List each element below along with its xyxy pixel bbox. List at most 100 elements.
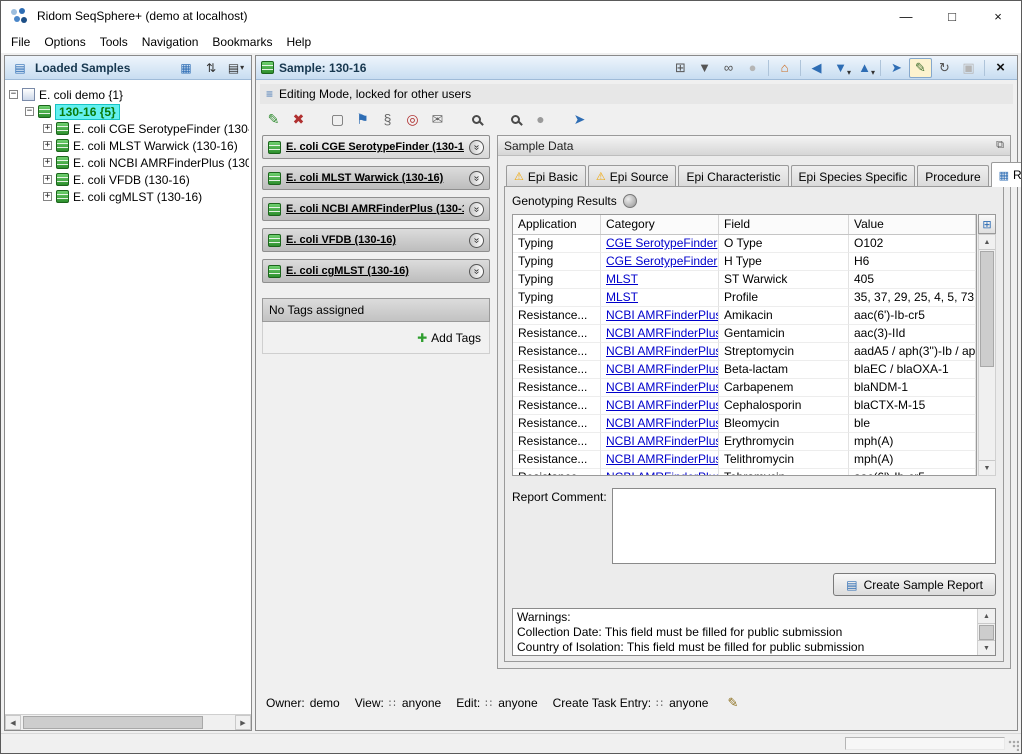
scroll-down-icon[interactable]: ▼ bbox=[978, 640, 995, 655]
next-sample-icon[interactable]: ▼▾ bbox=[829, 58, 852, 78]
report-comment-input[interactable] bbox=[612, 488, 996, 564]
minimize-button[interactable]: — bbox=[883, 1, 929, 31]
chevron-down-icon[interactable]: » bbox=[469, 171, 484, 186]
previous-sample-icon[interactable]: ▲▾ bbox=[853, 58, 876, 78]
category-link[interactable]: CGE SerotypeFinder bbox=[606, 254, 717, 268]
tree-node-analysis[interactable]: + E. coli MLST Warwick (130-16) bbox=[9, 137, 249, 154]
create-sample-report-button[interactable]: ▤ Create Sample Report bbox=[833, 573, 996, 596]
tab-epi-species-specific[interactable]: Epi Species Specific bbox=[791, 165, 916, 187]
close-button[interactable]: × bbox=[975, 1, 1021, 31]
scroll-up-icon[interactable]: ▲ bbox=[978, 609, 995, 624]
edit-permissions-icon[interactable]: ✎ bbox=[727, 695, 738, 711]
tree-node-project[interactable]: − E. coli demo {1} bbox=[9, 86, 249, 103]
menu-item[interactable]: Help bbox=[279, 33, 318, 51]
horizontal-scrollbar[interactable]: ◀ ▶ bbox=[5, 714, 251, 730]
scroll-right-icon[interactable]: ▶ bbox=[235, 715, 251, 730]
record-icon[interactable]: ● bbox=[741, 58, 764, 78]
view-menu-icon[interactable]: ▤▾ bbox=[226, 59, 246, 77]
tree-node-analysis[interactable]: + E. coli VFDB (130-16) bbox=[9, 171, 249, 188]
scroll-track[interactable] bbox=[21, 715, 235, 730]
tab-epi-source[interactable]: ⚠ Epi Source bbox=[588, 165, 677, 187]
scroll-down-icon[interactable]: ▼ bbox=[979, 460, 995, 475]
delete-entry-icon[interactable]: ✖ bbox=[288, 109, 309, 130]
tree-node-analysis[interactable]: + E. coli NCBI AMRFinderPlus (130-16) bbox=[9, 154, 249, 171]
save-icon[interactable]: ▣ bbox=[957, 58, 980, 78]
category-link[interactable]: NCBI AMRFinderPlus bbox=[606, 434, 719, 448]
add-tags-button[interactable]: ✚ Add Tags bbox=[417, 331, 481, 345]
category-link[interactable]: NCBI AMRFinderPlus bbox=[606, 344, 719, 358]
table-row[interactable]: Typing CGE SerotypeFinder O Type O102 bbox=[513, 235, 976, 253]
tree-node-analysis[interactable]: + E. coli cgMLST (130-16) bbox=[9, 188, 249, 205]
column-header-application[interactable]: Application bbox=[513, 215, 601, 234]
expand-icon[interactable]: + bbox=[43, 175, 52, 184]
tab-epi-characteristic[interactable]: Epi Characteristic bbox=[678, 165, 788, 187]
table-row[interactable]: Resistance... NCBI AMRFinderPlus Erythro… bbox=[513, 433, 976, 451]
menu-item[interactable]: Navigation bbox=[135, 33, 206, 51]
open-in-table-icon[interactable]: ⊞ bbox=[669, 58, 692, 78]
link-icon[interactable]: ∞ bbox=[717, 58, 740, 78]
attachment-icon[interactable]: § bbox=[377, 109, 398, 130]
table-row[interactable]: Resistance... NCBI AMRFinderPlus Beta-la… bbox=[513, 361, 976, 379]
float-panel-icon[interactable]: ⧉ bbox=[996, 139, 1004, 152]
table-vertical-scrollbar[interactable]: ▲ ▼ bbox=[978, 234, 996, 476]
expand-icon[interactable]: + bbox=[43, 141, 52, 150]
scroll-left-icon[interactable]: ◀ bbox=[5, 715, 21, 730]
menu-item[interactable]: Bookmarks bbox=[205, 33, 279, 51]
target-icon[interactable]: ◎ bbox=[402, 109, 423, 130]
table-row[interactable]: Resistance... NCBI AMRFinderPlus Amikaci… bbox=[513, 307, 976, 325]
sort-icon[interactable]: ⇅ bbox=[201, 59, 221, 77]
menu-item[interactable]: Tools bbox=[93, 33, 135, 51]
find-in-document-icon[interactable] bbox=[466, 109, 487, 130]
table-row[interactable]: Resistance... NCBI AMRFinderPlus Tobramy… bbox=[513, 469, 976, 476]
customize-columns-icon[interactable]: ⊞ bbox=[978, 214, 996, 234]
table-row[interactable]: Resistance... NCBI AMRFinderPlus Bleomyc… bbox=[513, 415, 976, 433]
chevron-down-icon[interactable]: » bbox=[469, 202, 484, 217]
menu-item[interactable]: Options bbox=[37, 33, 92, 51]
table-row[interactable]: Resistance... NCBI AMRFinderPlus Strepto… bbox=[513, 343, 976, 361]
search-icon[interactable] bbox=[505, 109, 526, 130]
analysis-section-header[interactable]: E. coli NCBI AMRFinderPlus (130-16) » bbox=[262, 197, 490, 221]
category-link[interactable]: CGE SerotypeFinder bbox=[606, 236, 717, 250]
expand-icon[interactable]: + bbox=[43, 124, 52, 133]
table-row[interactable]: Resistance... NCBI AMRFinderPlus Cephalo… bbox=[513, 397, 976, 415]
table-row[interactable]: Resistance... NCBI AMRFinderPlus Telithr… bbox=[513, 451, 976, 469]
scroll-up-icon[interactable]: ▲ bbox=[979, 235, 995, 250]
category-link[interactable]: MLST bbox=[606, 290, 638, 304]
scroll-track[interactable] bbox=[978, 624, 995, 640]
category-link[interactable]: NCBI AMRFinderPlus bbox=[606, 416, 719, 430]
menu-item[interactable]: File bbox=[4, 33, 37, 51]
mail-icon[interactable]: ✉ bbox=[427, 109, 448, 130]
tab-results[interactable]: ▦ Results bbox=[991, 162, 1022, 187]
category-link[interactable]: NCBI AMRFinderPlus bbox=[606, 470, 719, 476]
tree-node-sample-selected[interactable]: − 130-16 {5} bbox=[9, 103, 249, 120]
category-link[interactable]: MLST bbox=[606, 272, 638, 286]
chevron-down-icon[interactable]: » bbox=[469, 264, 484, 279]
category-link[interactable]: NCBI AMRFinderPlus bbox=[606, 380, 719, 394]
load-samples-icon[interactable]: ▦ bbox=[176, 59, 196, 77]
submit-task-icon[interactable]: ➤ bbox=[569, 109, 590, 130]
table-row[interactable]: Typing CGE SerotypeFinder H Type H6 bbox=[513, 253, 976, 271]
collapse-icon[interactable]: − bbox=[25, 107, 34, 116]
expand-icon[interactable]: + bbox=[43, 158, 52, 167]
table-row[interactable]: Typing MLST Profile 35, 37, 29, 25, 4, 5… bbox=[513, 289, 976, 307]
close-sample-icon[interactable]: × bbox=[989, 58, 1012, 78]
category-link[interactable]: NCBI AMRFinderPlus bbox=[606, 326, 719, 340]
expand-icon[interactable]: + bbox=[43, 192, 52, 201]
collapse-icon[interactable]: − bbox=[9, 90, 18, 99]
scroll-track[interactable] bbox=[979, 250, 995, 460]
tree-node-analysis[interactable]: + E. coli CGE SerotypeFinder (130-16) bbox=[9, 120, 249, 137]
column-header-value[interactable]: Value bbox=[849, 215, 976, 234]
scroll-thumb[interactable] bbox=[980, 251, 994, 367]
tab-procedure[interactable]: Procedure bbox=[917, 165, 988, 187]
tab-epi-basic[interactable]: ⚠ Epi Basic bbox=[506, 165, 586, 187]
analysis-section-header[interactable]: E. coli MLST Warwick (130-16) » bbox=[262, 166, 490, 190]
category-link[interactable]: NCBI AMRFinderPlus bbox=[606, 398, 719, 412]
edit-sample-icon[interactable]: ✎ bbox=[263, 109, 284, 130]
home-icon[interactable]: ⌂ bbox=[773, 58, 796, 78]
maximize-button[interactable]: □ bbox=[929, 1, 975, 31]
flag-icon[interactable]: ⚑ bbox=[352, 109, 373, 130]
back-icon[interactable]: ◀ bbox=[805, 58, 828, 78]
submit-icon[interactable]: ➤ bbox=[885, 58, 908, 78]
analysis-section-header[interactable]: E. coli VFDB (130-16) » bbox=[262, 228, 490, 252]
chevron-down-icon[interactable]: » bbox=[469, 140, 484, 155]
